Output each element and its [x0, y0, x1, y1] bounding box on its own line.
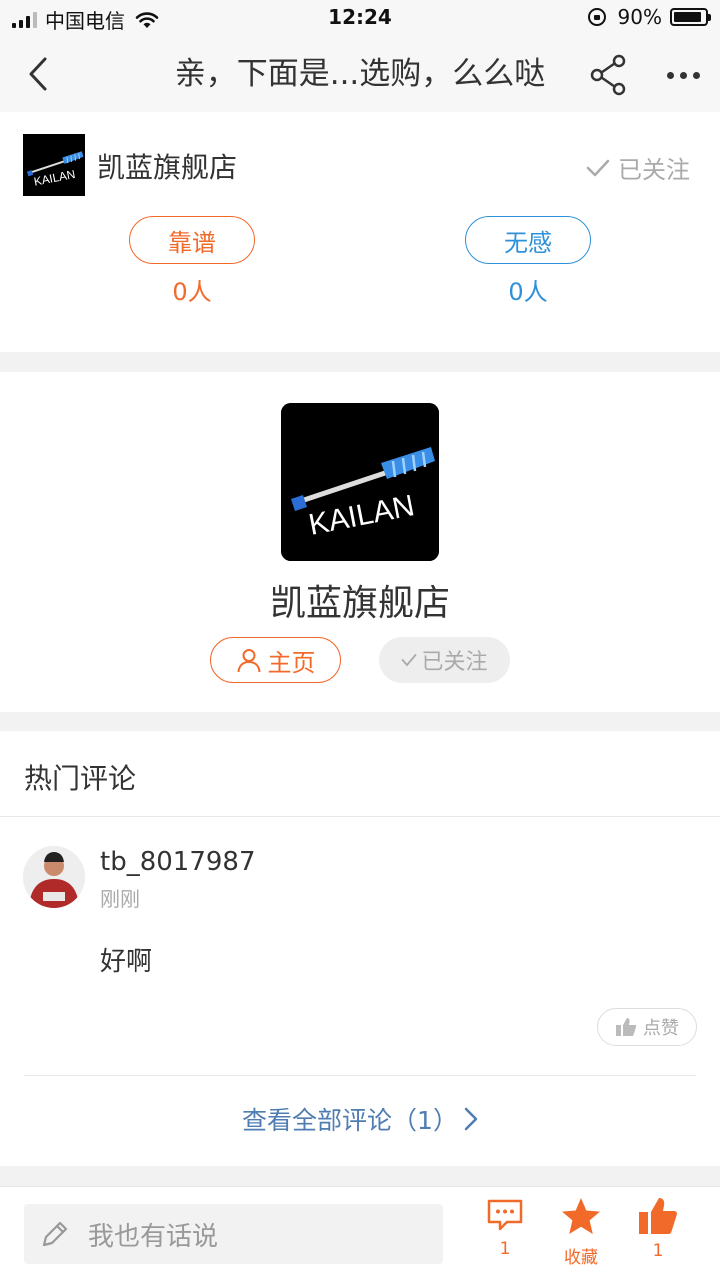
check-icon [586, 159, 610, 176]
share-icon [590, 54, 626, 96]
more-button[interactable] [660, 52, 706, 98]
follow-status[interactable]: 已关注 [586, 150, 690, 185]
share-button[interactable] [586, 52, 632, 98]
reliable-vote-button[interactable]: 靠谱 [129, 216, 255, 264]
comment-like-button[interactable]: 点赞 [597, 1008, 697, 1046]
comment-input-placeholder: 我也有话说 [88, 1221, 219, 1252]
comment-count: 1 [499, 1239, 511, 1259]
meh-vote-button[interactable]: 无感 [465, 216, 591, 264]
more-dot [692, 71, 700, 79]
meh-count: 0人 [508, 278, 548, 306]
meh-vote-label: 无感 [504, 228, 552, 257]
favorite-label: 收藏 [564, 1248, 598, 1268]
comment-bubble-icon [487, 1199, 523, 1231]
comments-card: 热门评论 tb_8017987 刚刚 好啊 点赞 查看全部评论（1） [0, 731, 720, 1166]
like-button[interactable]: 1 [623, 1197, 693, 1261]
battery-fill [674, 12, 701, 22]
store-logo-image: KAILAN [281, 403, 439, 561]
chevron-right-icon [464, 1107, 478, 1131]
more-dot [679, 71, 687, 79]
store-thumbnail[interactable]: KAILAN [23, 134, 85, 196]
following-button[interactable]: 已关注 [379, 637, 510, 683]
favorite-button[interactable]: 收藏 [546, 1197, 616, 1268]
status-bar: 中国电信 12:24 90% [0, 0, 720, 36]
battery-percent: 90% [617, 5, 662, 29]
avatar[interactable] [23, 846, 85, 908]
page-title: 亲，下面是...选购，么么哒 [174, 56, 546, 92]
status-right: 90% [587, 5, 711, 29]
more-dot [666, 71, 674, 79]
comments-button[interactable]: 1 [470, 1197, 540, 1259]
battery-icon [670, 8, 711, 26]
reliable-vote-label: 靠谱 [168, 228, 216, 257]
like-count: 1 [652, 1241, 664, 1261]
like-button-label: 点赞 [643, 1018, 679, 1039]
thumbs-up-icon [616, 1018, 637, 1036]
store-profile-name: 凯蓝旗舰店 [269, 583, 450, 624]
check-icon [402, 654, 417, 667]
following-button-label: 已关注 [421, 650, 488, 675]
store-logo-image: KAILAN [23, 134, 85, 196]
thumbs-up-icon [639, 1198, 677, 1234]
divider [0, 816, 720, 817]
comment-text: 好啊 [100, 947, 153, 977]
home-button[interactable]: 主页 [210, 637, 341, 683]
section-title: 热门评论 [24, 762, 137, 795]
comment-time: 刚刚 [100, 887, 140, 911]
store-name[interactable]: 凯蓝旗舰店 [97, 146, 237, 186]
comment-input[interactable]: 我也有话说 [24, 1204, 443, 1264]
back-button[interactable] [16, 50, 60, 98]
store-profile-card: KAILAN 凯蓝旗舰店 主页 已关注 [0, 372, 720, 712]
divider [24, 1075, 696, 1076]
bottom-bar: 我也有话说 1 收藏 1 [0, 1186, 720, 1280]
pencil-icon [42, 1221, 68, 1247]
view-all-comments-link[interactable]: 查看全部评论（1） [0, 1101, 720, 1137]
store-header-card: KAILAN 凯蓝旗舰店 已关注 靠谱 0人 无感 0人 [0, 112, 720, 352]
rotation-lock-icon [587, 8, 606, 26]
reliable-count: 0人 [172, 278, 212, 306]
user-icon [237, 649, 260, 673]
comment-username[interactable]: tb_8017987 [100, 847, 256, 877]
nav-bar: 亲，下面是...选购，么么哒 [0, 36, 720, 112]
star-icon [562, 1198, 600, 1234]
store-logo[interactable]: KAILAN [281, 403, 439, 561]
avatar-image [23, 846, 85, 908]
follow-status-label: 已关注 [618, 156, 690, 184]
home-button-label: 主页 [267, 648, 316, 677]
chevron-left-icon [29, 57, 47, 91]
view-all-comments-label: 查看全部评论（1） [242, 1106, 458, 1135]
